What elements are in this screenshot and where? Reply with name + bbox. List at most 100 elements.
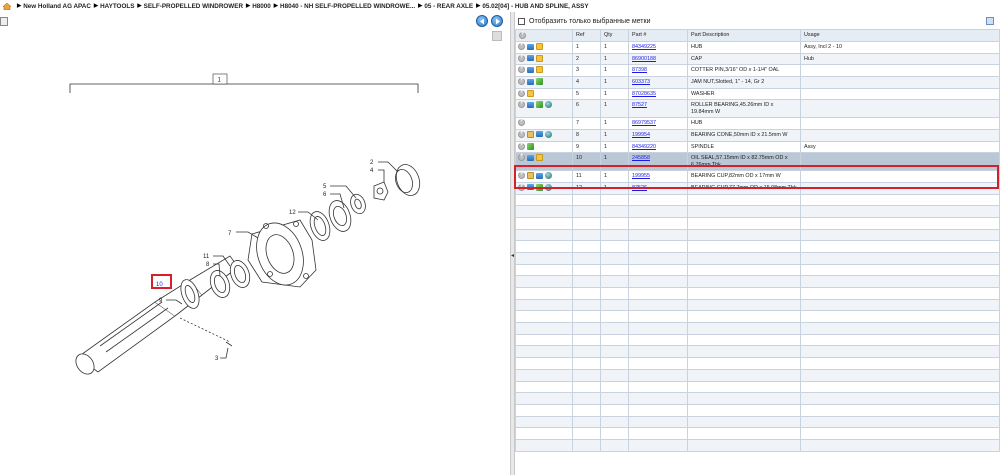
row-part-number: 603373 [628, 76, 688, 89]
table-row[interactable]: 81199954 BEARING CONE,50mm ID x 21.5mm W [515, 128, 1000, 142]
empty-cell [687, 427, 801, 440]
folder-icon[interactable] [527, 130, 534, 138]
table-row[interactable]: 41603373 JAM NUT,Slotted, 1" - 14, Gr 2 [515, 76, 1000, 89]
breadcrumb-item[interactable]: ▶ 05 - REAR AXLE [415, 3, 473, 10]
part-number-link[interactable]: 87398 [632, 67, 647, 73]
expand-icon[interactable] [518, 66, 525, 74]
expand-icon[interactable] [518, 130, 525, 138]
add-to-cart-icon[interactable] [527, 66, 534, 73]
empty-cell [515, 251, 573, 265]
add-to-cart-icon[interactable] [527, 78, 534, 85]
part-number-link[interactable]: 199954 [632, 132, 650, 138]
empty-cell [800, 216, 1000, 230]
part-number-link[interactable]: 199955 [632, 173, 650, 179]
row-description: BEARING CUP,82mm OD x 17mm W [687, 170, 801, 183]
header-usage[interactable]: Usage [800, 29, 1000, 42]
export-icon[interactable] [986, 17, 994, 25]
parts-list-pane: Отобразить только выбранные метки Ref Qt… [515, 12, 1000, 475]
part-number-link[interactable]: 87028635 [632, 91, 656, 97]
breadcrumb-item[interactable]: ▶ 05.02[04] - HUB AND SPLINE, ASSY [473, 3, 589, 10]
expand-icon[interactable] [518, 172, 525, 180]
breadcrumb-item[interactable]: ▶ H8000 [243, 3, 271, 10]
expand-icon[interactable] [518, 119, 525, 127]
table-row[interactable]: 101245858 OIL SEAL,57.15mm ID x 82.75mm O… [515, 152, 1000, 172]
row-ref: 12 [572, 181, 601, 195]
header-part-number[interactable]: Part # [628, 29, 688, 42]
row-ref: 4 [572, 76, 601, 89]
row-icons [515, 140, 573, 154]
table-row[interactable]: 12187526 BEARING CUP,77.7mm OD x 15.08mm … [515, 181, 1000, 195]
table-row[interactable]: 3187398 COTTER PIN,3/16" OD x 1-1/4" OAL [515, 64, 1000, 78]
part-number-link[interactable]: 87526 [632, 185, 647, 191]
expand-icon[interactable] [518, 54, 525, 62]
row-usage [800, 117, 1000, 130]
expand-icon[interactable] [518, 183, 525, 191]
header-ref[interactable]: Ref [572, 29, 601, 42]
callout-10-highlight[interactable] [151, 274, 172, 289]
table-row[interactable]: 7186979537 HUB [515, 117, 1000, 130]
table-row[interactable]: 5187028635 WASHER [515, 87, 1000, 101]
collapse-arrow-icon[interactable]: ◂ [511, 252, 514, 262]
part-number-link[interactable]: 84349225 [632, 44, 656, 50]
add-to-cart-icon[interactable] [527, 184, 534, 191]
part-number-link[interactable]: 86900188 [632, 56, 656, 62]
refresh-icon[interactable] [536, 78, 543, 86]
expand-icon[interactable] [518, 101, 525, 109]
table-row[interactable]: 9184349220 SPINDLEAssy [515, 140, 1000, 154]
empty-cell [800, 228, 1000, 242]
header-part-description[interactable]: Part Description [687, 29, 801, 42]
part-number-link[interactable]: 603373 [632, 79, 650, 85]
folder-icon[interactable] [527, 172, 534, 180]
refresh-icon[interactable] [536, 183, 543, 191]
note-icon[interactable] [527, 89, 534, 97]
refresh-icon[interactable] [536, 101, 543, 109]
add-to-cart-icon[interactable] [536, 131, 543, 138]
expand-icon[interactable] [518, 154, 525, 162]
row-ref: 11 [572, 170, 601, 183]
header-qty[interactable]: Qty [600, 29, 629, 42]
note-icon[interactable] [536, 154, 543, 162]
expand-all-icon[interactable] [519, 31, 526, 39]
empty-cell [800, 427, 1000, 440]
table-row[interactable]: 2186900188 CAPHub [515, 52, 1000, 66]
empty-row [515, 415, 1000, 429]
breadcrumb-item[interactable]: ▶ SELF-PROPELLED WINDROWER [134, 3, 243, 10]
breadcrumb-item[interactable]: ▶ New Holland AG APAC [14, 3, 91, 10]
expand-icon[interactable] [518, 78, 525, 86]
expand-icon[interactable] [518, 142, 525, 150]
part-number-link[interactable]: 86979537 [632, 120, 656, 126]
breadcrumb-item[interactable]: ▶ HAYTOOLS [91, 3, 135, 10]
globe-icon[interactable] [545, 172, 552, 180]
empty-row [515, 251, 1000, 265]
table-row[interactable]: 111199955BEARING CUP,82mm OD x 17mm W [515, 170, 1000, 183]
breadcrumb-item[interactable]: ▶ H8040 - NH SELF-PROPELLED WINDROWE... [271, 3, 415, 10]
globe-icon[interactable] [545, 183, 552, 191]
note-icon[interactable] [536, 43, 543, 50]
breadcrumb-label: 05 - REAR AXLE [424, 2, 474, 10]
show-selected-only-checkbox[interactable] [518, 17, 525, 25]
globe-icon[interactable] [545, 101, 552, 109]
empty-cell [628, 438, 688, 452]
note-icon[interactable] [536, 54, 543, 62]
add-to-cart-icon[interactable] [527, 43, 534, 50]
part-number-link[interactable]: 245858 [632, 155, 650, 161]
expand-icon[interactable] [518, 42, 525, 50]
add-to-cart-icon[interactable] [527, 55, 534, 62]
expand-icon[interactable] [518, 89, 525, 97]
part-number-link[interactable]: 84349220 [632, 144, 656, 150]
row-usage [800, 64, 1000, 78]
breadcrumb-label: 05.02[04] - HUB AND SPLINE, ASSY [482, 2, 589, 10]
add-to-cart-icon[interactable] [527, 154, 534, 161]
note-icon[interactable] [536, 66, 543, 74]
table-row[interactable]: 1184349225HUBAssy, Incl 2 - 10 [515, 41, 1000, 54]
refresh-icon[interactable] [527, 142, 534, 150]
table-row[interactable]: 6187527 ROLLER BEARING,45.26mm ID x 19.84… [515, 99, 1000, 119]
show-selected-only-label: Отобразить только выбранные метки [529, 17, 651, 25]
globe-icon[interactable] [545, 130, 552, 138]
add-to-cart-icon[interactable] [536, 172, 543, 179]
home-icon[interactable] [3, 2, 11, 10]
part-number-link[interactable]: 87527 [632, 102, 647, 108]
header-icons[interactable] [515, 29, 573, 42]
empty-cell [628, 287, 688, 300]
add-to-cart-icon[interactable] [527, 101, 534, 108]
